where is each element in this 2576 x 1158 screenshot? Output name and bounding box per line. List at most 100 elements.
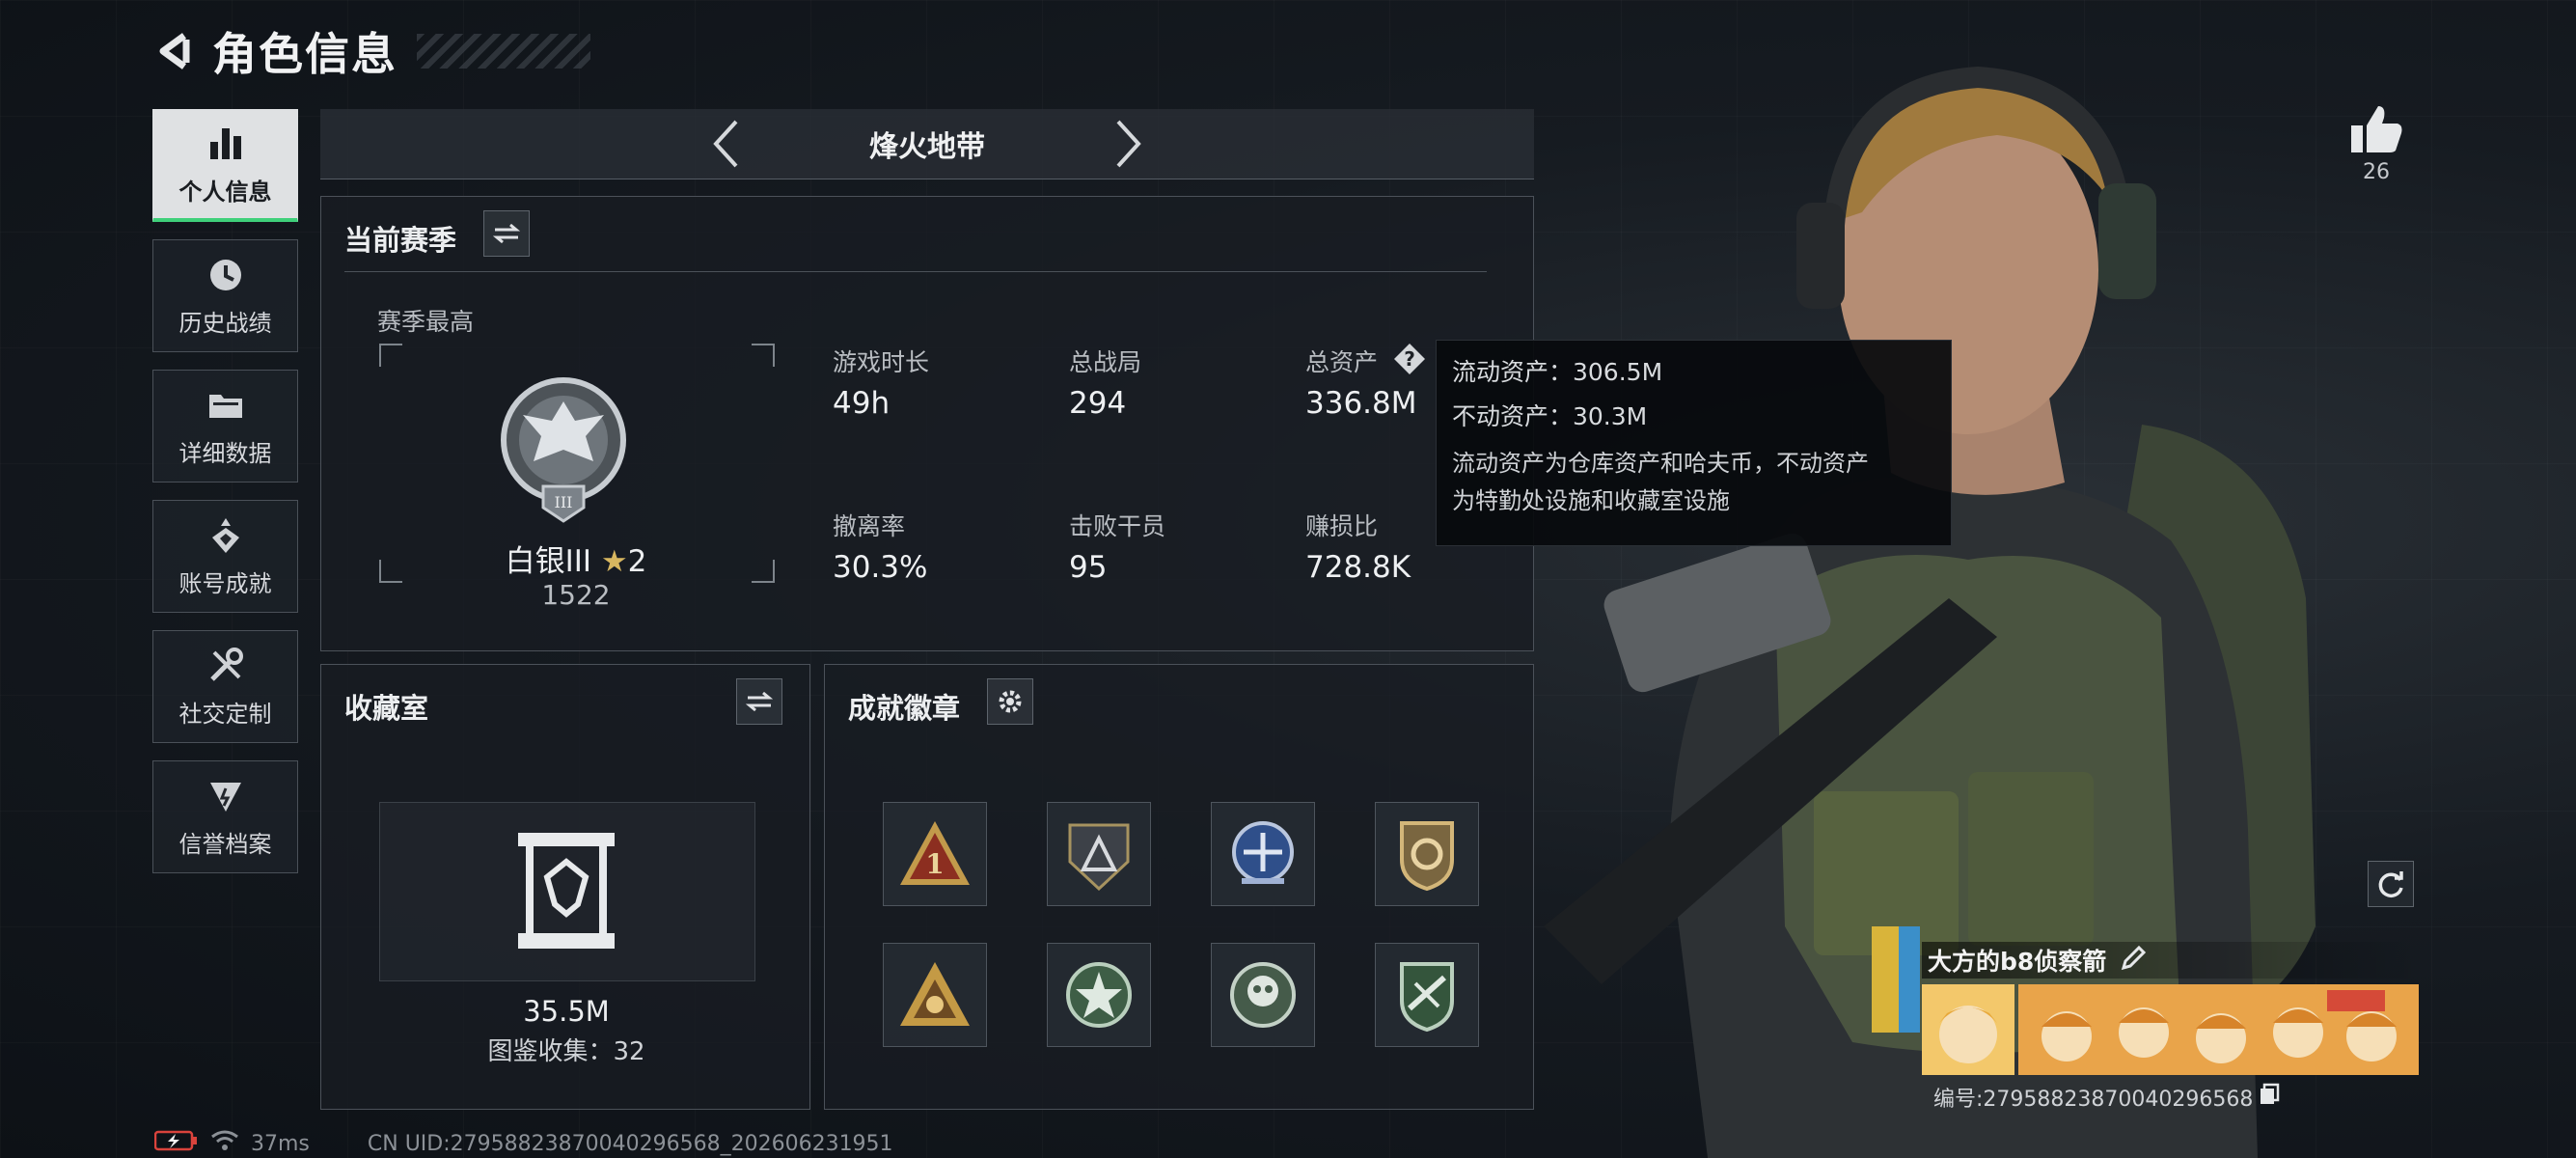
assets-tooltip: 流动资产：306.5M 不动资产：30.3M 流动资产为仓库资产和哈夫币，不动资… — [1436, 340, 1952, 546]
badge-slot[interactable] — [883, 943, 987, 1047]
badge-slot[interactable]: 1 — [883, 802, 987, 906]
wifi-icon — [210, 1129, 239, 1158]
sidebar-item-label: 详细数据 — [178, 440, 272, 467]
player-name-tag: 大方的b8侦察箭 — [1922, 942, 2425, 979]
mode-next-chevron-icon[interactable] — [1102, 117, 1156, 171]
history-clock-icon — [205, 254, 247, 296]
rank-one-badge-icon: 1 — [900, 821, 970, 885]
stat-playtime-label: 游戏时长 — [833, 348, 930, 376]
rank-name: 白银III — [505, 544, 592, 579]
collection-value: 35.5M — [523, 995, 610, 1028]
sidebar: 个人信息 历史战绩 详细数据 账号成就 社交定制 信誉档案 — [152, 109, 300, 891]
stat-profit-ratio-label: 赚损比 — [1305, 512, 1379, 540]
like-button[interactable]: 26 — [2344, 104, 2408, 184]
stat-playtime-value: 49h — [833, 386, 891, 421]
rank-stars: 2 — [627, 544, 647, 579]
triangle-shield-badge-icon — [1068, 823, 1130, 892]
rank-star-icon: ★ — [600, 544, 628, 579]
sidebar-item-achievements[interactable]: 账号成就 — [152, 500, 298, 613]
badge-slot[interactable] — [1375, 943, 1479, 1047]
mode-prev-chevron-icon[interactable] — [699, 117, 753, 171]
badges-panel: 成就徽章 1 — [824, 664, 1534, 1110]
achievement-icon — [205, 514, 247, 557]
sidebar-item-history[interactable]: 历史战绩 — [152, 239, 298, 352]
stat-kills-label: 击败干员 — [1069, 512, 1166, 540]
season-best-label: 赛季最高 — [377, 308, 475, 336]
sidebar-item-detail-data[interactable]: 详细数据 — [152, 370, 298, 482]
tooltip-liquid-assets: 流动资产：306.5M — [1452, 358, 1663, 386]
refresh-icon — [2378, 871, 2403, 897]
badge-slot[interactable] — [1047, 943, 1151, 1047]
anime-avatar-banner-image — [1922, 984, 2419, 1075]
footer-uid: CN UID:2795882387004029656​8_20260623195… — [367, 1131, 893, 1156]
sidebar-item-label: 历史战绩 — [178, 310, 272, 337]
thumbs-up-icon — [2351, 106, 2402, 152]
like-count: 26 — [2363, 160, 2390, 184]
mode-label: 烽火地带 — [869, 130, 985, 164]
tooltip-description-2: 为特勤处设施和收藏室设施 — [1452, 487, 1730, 514]
copy-icon[interactable] — [2259, 1083, 2280, 1112]
frame-corner — [379, 344, 402, 367]
rank-line: 白银III ★2 — [379, 537, 773, 580]
badges-title: 成就徽章 — [848, 692, 961, 725]
folder-icon — [205, 384, 247, 427]
sidebar-item-social-custom[interactable]: 社交定制 — [152, 630, 298, 743]
player-id-line: 编号:2795882387004029656​8 — [1933, 1082, 2280, 1113]
collection-panel: 收藏室 35.5M 图鉴收集：32 — [320, 664, 810, 1110]
stat-assets-value: 336.8M — [1305, 386, 1417, 421]
mode-selector: 烽火地带 — [320, 109, 1534, 179]
display-case-icon — [518, 833, 615, 949]
refresh-button[interactable] — [2368, 861, 2414, 907]
collection-switch-button[interactable] — [736, 678, 782, 725]
badge-slot[interactable] — [1211, 802, 1315, 906]
tooltip-description-1: 流动资产为仓库资产和哈夫币，不动资产 — [1452, 450, 1869, 477]
frame-corner — [752, 344, 775, 367]
switch-arrows-icon — [746, 691, 773, 712]
badge-slot[interactable] — [1375, 802, 1479, 906]
sidebar-item-label: 信誉档案 — [178, 831, 272, 858]
badge-settings-button[interactable] — [987, 678, 1033, 725]
switch-arrows-icon — [493, 223, 520, 244]
tools-icon — [205, 645, 247, 687]
stat-extract-rate-label: 撤离率 — [833, 512, 906, 540]
svg-text:?: ? — [1404, 347, 1415, 371]
reputation-icon — [205, 775, 247, 817]
sidebar-item-reputation[interactable]: 信誉档案 — [152, 760, 298, 873]
stat-matches-value: 294 — [1069, 386, 1127, 421]
player-id: 编号:2795882387004029656​8 — [1933, 1088, 2254, 1112]
season-divider — [344, 271, 1487, 272]
page-title: 角色信息 — [212, 28, 397, 80]
gold-shield-badge-icon — [1400, 821, 1454, 892]
title-decoration — [417, 34, 590, 69]
gold-triangle-badge-icon — [900, 962, 970, 1026]
green-skull-badge-icon — [1230, 962, 1296, 1028]
svg-text:III: III — [555, 493, 573, 511]
catalog-count: 图鉴收集：32 — [487, 1037, 645, 1066]
edit-pencil-icon[interactable] — [2120, 945, 2147, 976]
battery-charging-icon — [153, 1130, 199, 1157]
tooltip-fixed-assets: 不动资产：30.3M — [1452, 402, 1648, 430]
ping-value: 37ms — [251, 1131, 310, 1156]
sidebar-item-label: 个人信息 — [178, 178, 272, 206]
blue-emblem-badge-icon — [1232, 821, 1294, 884]
stat-matches-label: 总战局 — [1069, 348, 1142, 376]
stat-assets-label: 总资产 — [1305, 348, 1379, 376]
collection-title: 收藏室 — [344, 692, 429, 725]
player-banner[interactable] — [1922, 984, 2419, 1075]
green-star-badge-icon — [1066, 962, 1132, 1028]
silver-rank-emblem-icon: III — [501, 377, 626, 523]
badge-slot[interactable] — [1211, 943, 1315, 1047]
stat-kills-value: 95 — [1069, 550, 1108, 585]
gear-icon — [999, 690, 1022, 713]
sidebar-item-label: 账号成就 — [178, 570, 272, 597]
badge-slot[interactable] — [1047, 802, 1151, 906]
stat-extract-rate-value: 30.3% — [833, 550, 928, 585]
stat-profit-ratio-value: 728.8K — [1305, 550, 1411, 585]
sidebar-item-personal-info[interactable]: 个人信息 — [152, 109, 298, 222]
svg-text:1: 1 — [925, 848, 944, 880]
season-switch-button[interactable] — [483, 210, 530, 257]
season-panel: 当前赛季 赛季最高 III 白银III ★2 1522 游戏时长 49h 总战局… — [320, 196, 1534, 651]
season-title: 当前赛季 — [344, 224, 457, 257]
help-question-icon[interactable]: ? — [1392, 342, 1427, 376]
back-arrow-icon[interactable] — [154, 29, 199, 73]
